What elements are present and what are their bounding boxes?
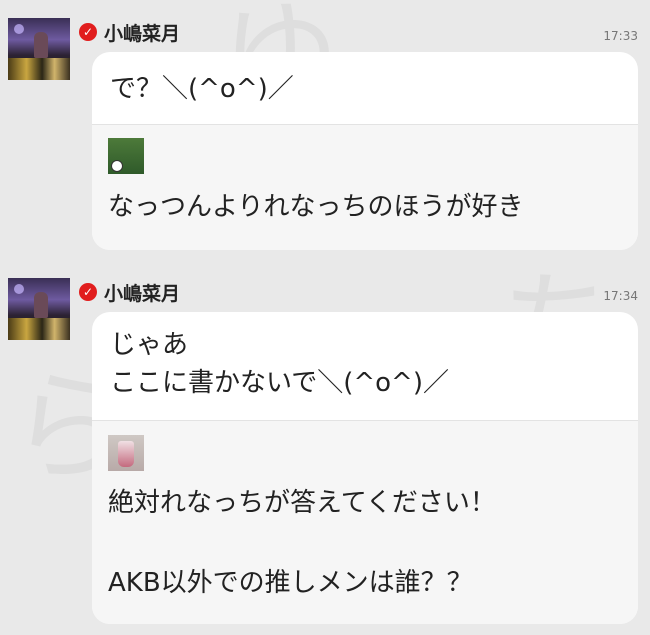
performer-figure: [34, 292, 48, 318]
message-line: じゃあ: [110, 330, 189, 360]
message-bubble[interactable]: じゃあ ここに書かないで＼(^o^)／ 絶対れなっちが答えてください！ AKB以…: [92, 312, 638, 624]
reply-line: 絶対れなっちが答えてください！: [108, 488, 496, 518]
reply-line: AKB以外での推しメンは誰？？: [108, 568, 473, 598]
drink-cup-icon: [118, 441, 134, 467]
replier-thumbnail[interactable]: [108, 435, 144, 471]
message-bubble[interactable]: で？＼(^o^)／ なっつんよりれなっちのほうが好き: [92, 52, 638, 250]
reply-area[interactable]: なっつんよりれなっちのほうが好き: [92, 124, 638, 250]
avatar[interactable]: [8, 18, 70, 80]
stage-floor: [8, 318, 70, 340]
stage-light: [14, 284, 24, 294]
stage-floor: [8, 58, 70, 80]
message-text: で？＼(^o^)／: [110, 74, 294, 104]
message-text: じゃあ ここに書かないで＼(^o^)／: [92, 312, 638, 402]
check-badge-icon: ✓: [79, 23, 97, 41]
reply-area[interactable]: 絶対れなっちが答えてください！ AKB以外での推しメンは誰？？: [92, 420, 638, 624]
reply-line-blank: [108, 523, 496, 563]
performer-figure: [34, 32, 48, 58]
timestamp: 17:33: [603, 29, 638, 43]
avatar[interactable]: [8, 278, 70, 340]
stage-light: [14, 24, 24, 34]
author-name[interactable]: 小嶋菜月: [104, 19, 180, 46]
check-badge-icon: ✓: [79, 283, 97, 301]
reply-text: 絶対れなっちが答えてください！ AKB以外での推しメンは誰？？: [108, 483, 496, 603]
soccer-ball-icon: [111, 160, 123, 172]
reply-text: なっつんよりれなっちのほうが好き: [108, 192, 524, 222]
post-1: ✓ 小嶋菜月 17:33 で？＼(^o^)／ なっつんよりれなっちのほうが好き: [0, 0, 650, 260]
timestamp: 17:34: [603, 289, 638, 303]
author-name[interactable]: 小嶋菜月: [104, 279, 180, 306]
message-line: ここに書かないで＼(^o^)／: [110, 368, 449, 398]
post-2: ✓ 小嶋菜月 17:34 じゃあ ここに書かないで＼(^o^)／ 絶対れなっちが…: [0, 260, 650, 635]
replier-thumbnail[interactable]: [108, 138, 144, 174]
